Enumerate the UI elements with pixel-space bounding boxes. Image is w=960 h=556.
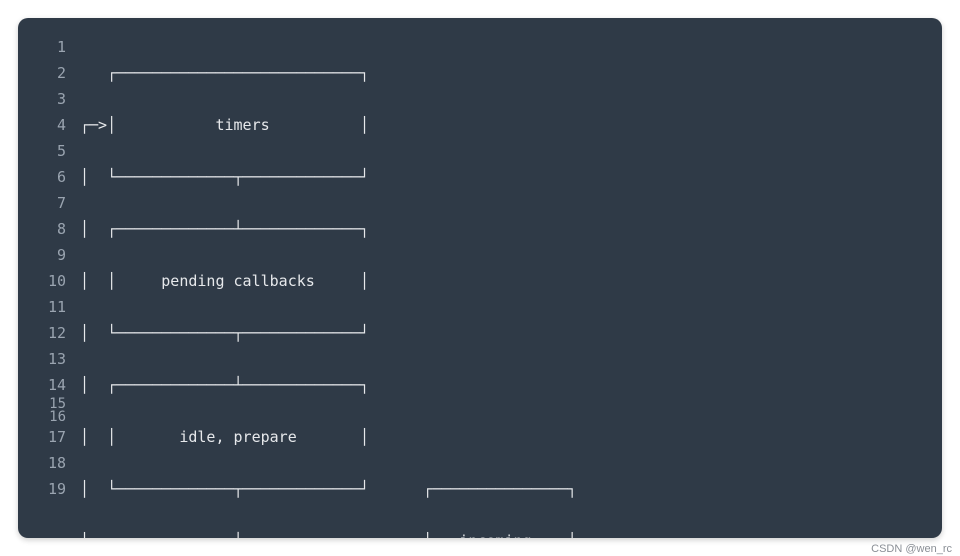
watermark: CSDN @wen_rc	[871, 543, 952, 555]
line-number: 8	[18, 216, 80, 242]
diagram-line: │ └─────────────┬─────────────┘	[80, 320, 942, 346]
line-number: 4	[18, 112, 80, 138]
diagram-line: │ ┌─────────────┴─────────────┐	[80, 216, 942, 242]
diagram-line: │ └─────────────┬─────────────┘	[80, 164, 942, 190]
line-number: 9	[18, 242, 80, 268]
line-number: 7	[18, 190, 80, 216]
ascii-diagram: ┌───────────────────────────┐ ┌─>│ timer…	[80, 18, 942, 538]
line-number: 12	[18, 320, 80, 346]
line-number: 5	[18, 138, 80, 164]
code-frame: 1 2 3 4 5 6 7 8 9 10 11 12 13 14 15 16 1…	[18, 18, 942, 538]
diagram-line: │ ┌─────────────┴─────────────┐	[80, 372, 942, 398]
diagram-line: │ └─────────────┬─────────────┘ ┌───────…	[80, 476, 942, 502]
diagram-line: │ ┌─────────────┴─────────────┐ │ incomi…	[80, 528, 942, 538]
line-number: 14	[18, 372, 80, 398]
code-area: 1 2 3 4 5 6 7 8 9 10 11 12 13 14 15 16 1…	[18, 18, 942, 538]
line-number: 17	[18, 424, 80, 450]
diagram-line: │ │ idle, prepare │	[80, 424, 942, 450]
line-number: 16	[18, 411, 80, 424]
line-number: 6	[18, 164, 80, 190]
diagram-line: ┌─>│ timers │	[80, 112, 942, 138]
line-number: 3	[18, 86, 80, 112]
line-number: 18	[18, 450, 80, 476]
diagram-line: ┌───────────────────────────┐	[80, 60, 942, 86]
line-number: 13	[18, 346, 80, 372]
line-number: 1	[18, 34, 80, 60]
line-number-gutter: 1 2 3 4 5 6 7 8 9 10 11 12 13 14 15 16 1…	[18, 18, 80, 538]
line-number: 11	[18, 294, 80, 320]
diagram-line: │ │ pending callbacks │	[80, 268, 942, 294]
line-number: 10	[18, 268, 80, 294]
line-number: 2	[18, 60, 80, 86]
line-number: 19	[18, 476, 80, 502]
